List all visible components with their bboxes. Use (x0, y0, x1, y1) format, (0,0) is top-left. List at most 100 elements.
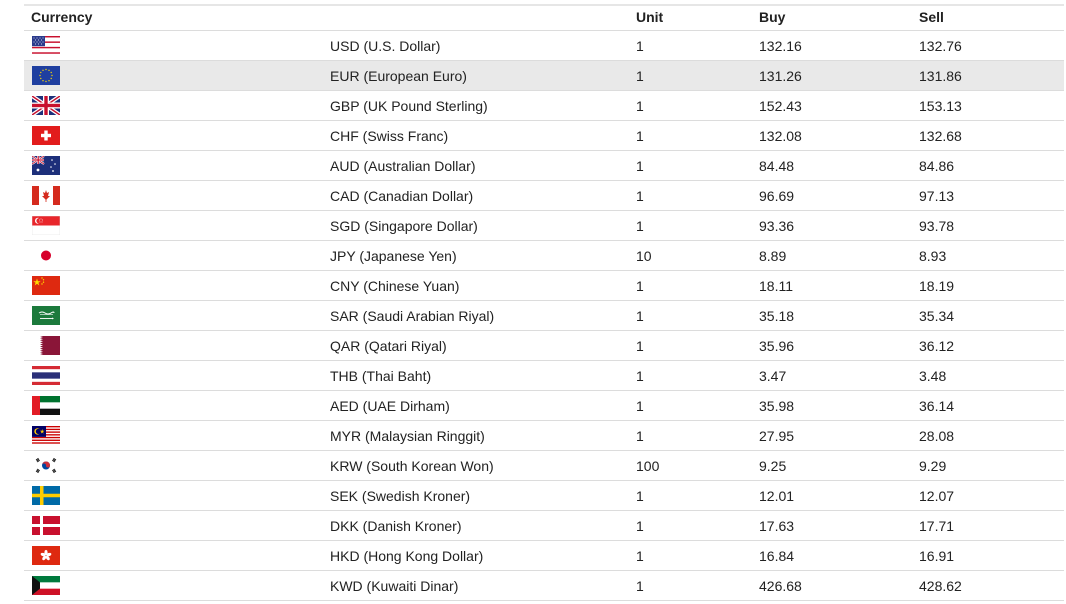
currency-name-cell: CNY (Chinese Yuan) (330, 270, 636, 301)
currency-name-cell: KWD (Kuwaiti Dinar) (330, 570, 636, 601)
buy-rate-cell: 132.08 (759, 120, 919, 151)
unit-cell: 1 (636, 300, 759, 331)
currency-name-cell: QAR (Qatari Riyal) (330, 330, 636, 361)
exchange-rate-table: Currency Unit Buy Sell USD (U.S. Dollar)… (24, 4, 1064, 601)
currency-name-cell: KRW (South Korean Won) (330, 450, 636, 481)
unit-cell: 1 (636, 210, 759, 241)
currency-name-cell: USD (U.S. Dollar) (330, 30, 636, 61)
currency-name-cell: CAD (Canadian Dollar) (330, 180, 636, 211)
table-row[interactable]: QAR (Qatari Riyal) 1 35.96 36.12 (24, 330, 1064, 361)
buy-rate-cell: 3.47 (759, 360, 919, 391)
flag-cell (24, 480, 330, 511)
table-row[interactable]: SGD (Singapore Dollar) 1 93.36 93.78 (24, 210, 1064, 241)
table-row[interactable]: CHF (Swiss Franc) 1 132.08 132.68 (24, 120, 1064, 151)
unit-cell: 1 (636, 30, 759, 61)
flag-cell (24, 360, 330, 391)
buy-rate-cell: 131.26 (759, 60, 919, 91)
buy-rate-cell: 35.96 (759, 330, 919, 361)
denmark-flag-icon (32, 516, 60, 535)
sell-rate-cell: 84.86 (919, 150, 1064, 181)
currency-name-cell: SAR (Saudi Arabian Riyal) (330, 300, 636, 331)
currency-name-cell: EUR (European Euro) (330, 60, 636, 91)
currency-name-cell: DKK (Danish Kroner) (330, 510, 636, 541)
table-row[interactable]: THB (Thai Baht) 1 3.47 3.48 (24, 360, 1064, 391)
sell-rate-cell: 428.62 (919, 570, 1064, 601)
unit-cell: 1 (636, 420, 759, 451)
sell-rate-cell: 9.29 (919, 450, 1064, 481)
unit-cell: 1 (636, 270, 759, 301)
table-row[interactable]: SAR (Saudi Arabian Riyal) 1 35.18 35.34 (24, 300, 1064, 331)
sell-rate-cell: 16.91 (919, 540, 1064, 571)
buy-rate-cell: 12.01 (759, 480, 919, 511)
sell-rate-cell: 153.13 (919, 90, 1064, 121)
switzerland-flag-icon (32, 126, 60, 145)
table-row[interactable]: JPY (Japanese Yen) 10 8.89 8.93 (24, 240, 1064, 271)
table-header-row: Currency Unit Buy Sell (24, 4, 1064, 31)
sell-rate-cell: 17.71 (919, 510, 1064, 541)
unit-cell: 1 (636, 360, 759, 391)
flag-cell (24, 450, 330, 481)
buy-rate-cell: 132.16 (759, 30, 919, 61)
flag-cell (24, 330, 330, 361)
table-row[interactable]: SEK (Swedish Kroner) 1 12.01 12.07 (24, 480, 1064, 511)
south-korea-flag-icon (32, 456, 60, 475)
flag-cell (24, 390, 330, 421)
buy-rate-cell: 17.63 (759, 510, 919, 541)
table-row[interactable]: CAD (Canadian Dollar) 1 96.69 97.13 (24, 180, 1064, 211)
currency-name-cell: GBP (UK Pound Sterling) (330, 90, 636, 121)
table-body: USD (U.S. Dollar) 1 132.16 132.76 EUR (Europ… (24, 30, 1064, 601)
flag-cell (24, 150, 330, 181)
japan-flag-icon (32, 246, 60, 265)
unit-cell: 1 (636, 570, 759, 601)
unit-cell: 10 (636, 240, 759, 271)
table-row[interactable]: MYR (Malaysian Ringgit) 1 27.95 28.08 (24, 420, 1064, 451)
flag-cell (24, 90, 330, 121)
currency-name-cell: AUD (Australian Dollar) (330, 150, 636, 181)
buy-rate-cell: 93.36 (759, 210, 919, 241)
table-row[interactable]: AED (UAE Dirham) 1 35.98 36.14 (24, 390, 1064, 421)
flag-cell (24, 180, 330, 211)
sell-rate-cell: 35.34 (919, 300, 1064, 331)
table-row[interactable]: AUD (Australian Dollar) 1 84.48 84.86 (24, 150, 1064, 181)
qatar-flag-icon (32, 336, 60, 355)
table-row[interactable]: DKK (Danish Kroner) 1 17.63 17.71 (24, 510, 1064, 541)
header-buy: Buy (759, 9, 786, 25)
flag-cell (24, 540, 330, 571)
buy-rate-cell: 27.95 (759, 420, 919, 451)
table-row[interactable]: KRW (South Korean Won) 100 9.25 9.29 (24, 450, 1064, 481)
table-row[interactable]: HKD (Hong Kong Dollar) 1 16.84 16.91 (24, 540, 1064, 571)
sell-rate-cell: 36.14 (919, 390, 1064, 421)
sell-rate-cell: 18.19 (919, 270, 1064, 301)
sell-rate-cell: 28.08 (919, 420, 1064, 451)
flag-cell (24, 240, 330, 271)
table-row[interactable]: GBP (UK Pound Sterling) 1 152.43 153.13 (24, 90, 1064, 121)
exchange-rate-table-container: Currency Unit Buy Sell USD (U.S. Dollar)… (24, 4, 1064, 601)
currency-name-cell: JPY (Japanese Yen) (330, 240, 636, 271)
china-flag-icon (32, 276, 60, 295)
sell-rate-cell: 36.12 (919, 330, 1064, 361)
buy-rate-cell: 84.48 (759, 150, 919, 181)
table-row[interactable]: USD (U.S. Dollar) 1 132.16 132.76 (24, 30, 1064, 61)
eu-flag-icon (32, 66, 60, 85)
flag-cell (24, 510, 330, 541)
unit-cell: 1 (636, 120, 759, 151)
buy-rate-cell: 426.68 (759, 570, 919, 601)
uae-flag-icon (32, 396, 60, 415)
table-row[interactable]: EUR (European Euro) 1 131.26 131.86 (24, 60, 1064, 91)
singapore-flag-icon (32, 216, 60, 235)
sell-rate-cell: 93.78 (919, 210, 1064, 241)
australia-flag-icon (32, 156, 60, 175)
flag-cell (24, 120, 330, 151)
sweden-flag-icon (32, 486, 60, 505)
malaysia-flag-icon (32, 426, 60, 445)
table-row[interactable]: CNY (Chinese Yuan) 1 18.11 18.19 (24, 270, 1064, 301)
canada-flag-icon (32, 186, 60, 205)
saudi-arabia-flag-icon (32, 306, 60, 325)
flag-cell (24, 270, 330, 301)
sell-rate-cell: 97.13 (919, 180, 1064, 211)
table-row[interactable]: KWD (Kuwaiti Dinar) 1 426.68 428.62 (24, 570, 1064, 601)
uk-flag-icon (32, 96, 60, 115)
us-flag-icon (32, 36, 60, 55)
unit-cell: 1 (636, 510, 759, 541)
unit-cell: 1 (636, 180, 759, 211)
